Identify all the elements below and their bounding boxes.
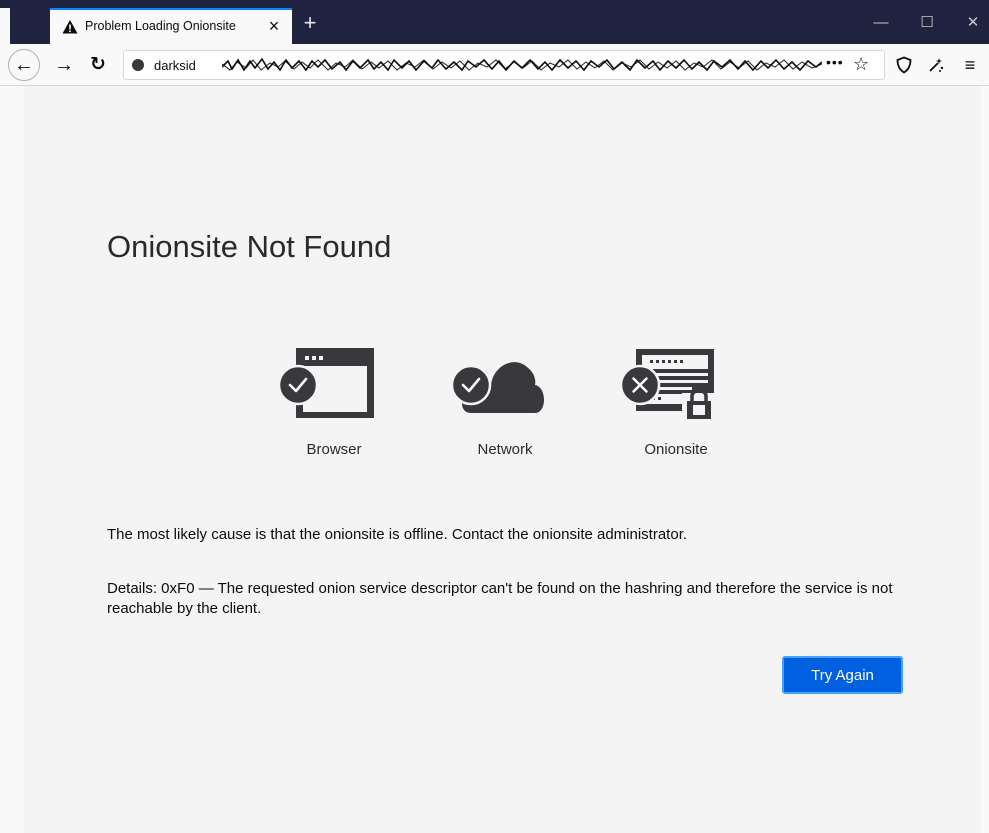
tab-problem-loading[interactable]: Problem Loading Onionsite × (50, 8, 292, 44)
redacted-url-scribble (222, 57, 822, 72)
close-window-button[interactable]: ✕ (958, 12, 988, 34)
forward-arrow-icon: → (54, 54, 74, 76)
url-text: darksid (154, 58, 196, 73)
browser-window: Problem Loading Onionsite × + — ☐ ✕ ← → … (0, 0, 989, 833)
page-actions-icon[interactable]: ••• (826, 54, 844, 70)
error-message: The most likely cause is that the onions… (107, 526, 688, 543)
tab-strip-edge (0, 8, 10, 44)
diagnostic-label-onionsite: Onionsite (644, 441, 708, 458)
bookmark-star-icon[interactable]: ☆ (853, 54, 869, 75)
warning-icon (62, 20, 78, 34)
page-title: Onionsite Not Found (107, 229, 392, 264)
tab-title: Problem Loading Onionsite (85, 19, 236, 33)
error-details: Details: 0xF0 — The requested onion serv… (107, 580, 893, 617)
forward-button[interactable]: → (50, 51, 78, 79)
menu-icon[interactable]: ≡ (958, 53, 982, 77)
nav-bar: ← → ↻ darksid ••• ☆ ≡ (0, 44, 989, 86)
maximize-button[interactable]: ☐ (912, 12, 942, 34)
cloud-icon (450, 362, 544, 413)
reload-icon: ↻ (90, 54, 106, 75)
shield-icon[interactable] (892, 53, 916, 77)
onionsite-server-lock-icon (619, 349, 716, 421)
try-again-button[interactable]: Try Again (782, 656, 903, 694)
diagnostic-label-browser: Browser (306, 441, 362, 458)
error-page (24, 86, 981, 833)
browser-window-icon (277, 348, 374, 418)
noscript-icon[interactable] (924, 53, 948, 77)
minimize-button[interactable]: — (866, 12, 896, 34)
url-bar[interactable]: darksid ••• ☆ (123, 50, 885, 80)
site-identity-icon[interactable] (132, 59, 144, 71)
reload-button[interactable]: ↻ (84, 51, 112, 79)
tab-close-icon[interactable]: × (264, 16, 284, 36)
back-arrow-icon: ← (14, 54, 34, 76)
tab-strip: Problem Loading Onionsite × + — ☐ ✕ (0, 0, 989, 44)
diagnostic-label-network: Network (477, 441, 533, 458)
new-tab-button[interactable]: + (299, 12, 321, 34)
back-button[interactable]: ← (8, 49, 40, 81)
